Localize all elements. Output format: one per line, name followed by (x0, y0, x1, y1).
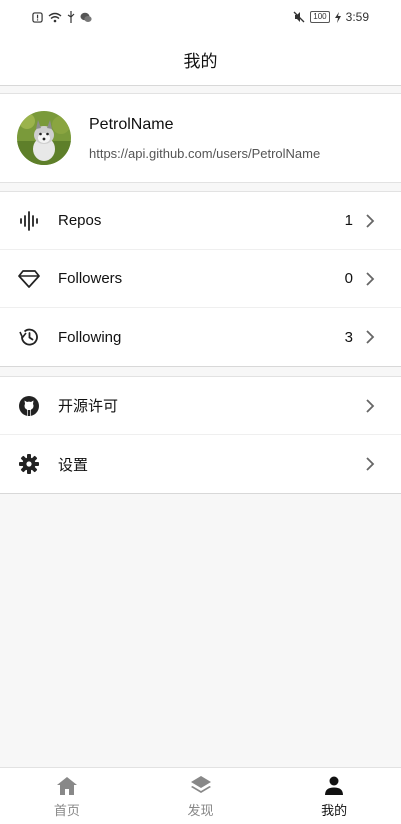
menu-item-following[interactable]: Following 3 (0, 308, 401, 366)
status-time: 3:59 (345, 10, 369, 24)
person-icon (325, 776, 344, 795)
followers-count: 0 (344, 270, 353, 287)
nav-tab-discover[interactable]: 发现 (134, 768, 268, 824)
layers-icon (190, 775, 211, 793)
page-title: 我的 (183, 52, 218, 71)
chevron-right-icon (366, 271, 375, 286)
nav-tab-mine[interactable]: 我的 (267, 768, 401, 824)
menu-label-settings: 设置 (58, 456, 89, 474)
nav-label-discover: 发现 (187, 802, 214, 818)
home-icon (56, 776, 77, 795)
status-bar: 100 3:59 (0, 0, 401, 34)
menu-item-repos[interactable]: Repos 1 (0, 192, 401, 250)
settings-menu-group: 开源许可 设置 (0, 376, 401, 494)
menu-label-following: Following (58, 328, 122, 346)
profile-name: PetrolName (89, 115, 174, 133)
diamond-icon (17, 267, 41, 291)
page-header: 我的 (0, 34, 401, 86)
nav-label-mine: 我的 (321, 802, 348, 818)
chevron-right-icon (366, 213, 375, 228)
chevron-right-icon (366, 457, 375, 471)
profile-card[interactable]: PetrolName https://api.github.com/users/… (0, 93, 401, 183)
github-icon (17, 394, 41, 418)
gear-icon (17, 452, 41, 476)
mute-icon (293, 11, 305, 23)
usb-icon (67, 11, 75, 23)
menu-label-open-source-licenses: 开源许可 (58, 398, 119, 415)
wechat-icon (80, 12, 92, 22)
status-left (32, 11, 92, 23)
profile-text: PetrolName https://api.github.com/users/… (89, 116, 320, 161)
screen: 100 3:59 我的 PetrolName https://api.githu… (0, 0, 401, 824)
nav-tab-home[interactable]: 首页 (0, 768, 134, 824)
menu-item-open-source-licenses[interactable]: 开源许可 (0, 377, 401, 435)
repos-count: 1 (344, 212, 353, 229)
bottom-nav: 首页 发现 我的 (0, 767, 401, 824)
chevron-right-icon (366, 330, 375, 344)
avatar-husky-image (17, 111, 71, 165)
menu-item-settings[interactable]: 设置 (0, 435, 401, 493)
menu-label-repos: Repos (58, 212, 102, 229)
charging-icon (334, 11, 341, 23)
menu-item-followers[interactable]: Followers 0 (0, 250, 401, 308)
nav-label-home: 首页 (53, 802, 80, 818)
following-count: 3 (344, 328, 353, 346)
wifi-icon (48, 12, 62, 22)
avatar[interactable] (17, 111, 71, 165)
repos-icon (17, 209, 41, 233)
alert-icon (32, 11, 43, 23)
battery-indicator: 100 (310, 11, 330, 23)
profile-url: https://api.github.com/users/PetrolName (89, 145, 321, 161)
chevron-right-icon (366, 398, 375, 413)
status-right: 100 3:59 (293, 10, 369, 24)
history-icon (17, 325, 41, 349)
stats-menu-group: Repos 1 Followers 0 Following 3 (0, 191, 401, 367)
menu-label-followers: Followers (58, 270, 123, 287)
